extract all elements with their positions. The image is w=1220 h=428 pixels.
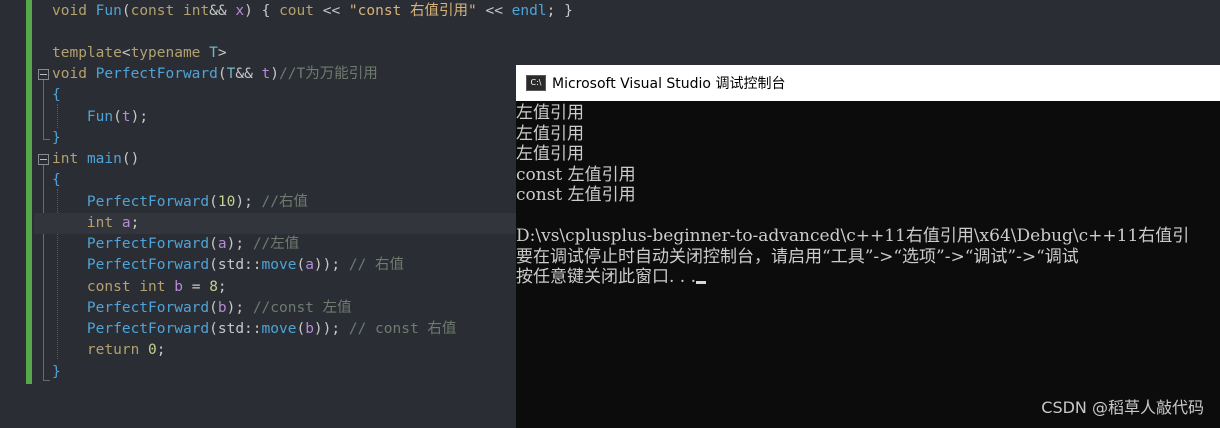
code-line-fun-call[interactable]: Fun(t);	[52, 107, 148, 128]
text-cursor	[696, 281, 707, 284]
console-output-line: 要在调试停止时自动关闭控制台，请启用“工具”->“选项”->“调试”->“调试	[516, 246, 1079, 267]
console-title: Microsoft Visual Studio 调试控制台	[552, 76, 786, 92]
change-indicator-bar	[26, 0, 32, 384]
code-line-call-b[interactable]: PerfectForward(b); //const 左值	[52, 298, 352, 319]
console-output-line: 左值引用	[516, 144, 584, 164]
fold-guide-line	[43, 165, 44, 380]
console-output-line: const 左值引用	[516, 164, 636, 185]
console-output-line: 左值引用	[516, 123, 584, 144]
console-output-line-prompt: 按任意键关闭此窗口. . .	[516, 267, 1220, 288]
code-line-template[interactable]: template<typename T>	[52, 43, 227, 64]
fold-guide-end	[43, 139, 50, 140]
code-line-call-10[interactable]: PerfectForward(10); //右值	[52, 192, 308, 213]
console-output-line: D:\vs\cplusplus-beginner-to-advanced\c++…	[516, 226, 1190, 246]
console-output[interactable]: 左值引用 左值引用 左值引用 const 左值引用 const 左值引用 D:\…	[516, 103, 1220, 428]
code-line-brace-close[interactable]: }	[52, 128, 61, 149]
collapse-toggle-perfectforward[interactable]	[38, 69, 49, 80]
code-line-main-decl[interactable]: int main()	[52, 149, 139, 170]
code-line-call-move-a[interactable]: PerfectForward(std::move(a)); // 右值	[52, 255, 404, 276]
code-line-brace-open[interactable]: {	[52, 85, 61, 106]
fold-guide-line	[43, 80, 44, 139]
code-line-brace-open[interactable]: {	[52, 170, 61, 191]
watermark: CSDN @稻草人敲代码	[1041, 398, 1204, 417]
code-line-fun[interactable]: void Fun(const int&& x) { cout << "const…	[52, 1, 573, 22]
collapse-toggle-main[interactable]	[38, 154, 49, 165]
debug-console-window[interactable]: C:\ Microsoft Visual Studio 调试控制台 左值引用 左…	[516, 65, 1220, 428]
code-line-call-move-b[interactable]: PerfectForward(std::move(b)); // const 右…	[52, 319, 457, 340]
code-line-call-a[interactable]: PerfectForward(a); //左值	[52, 234, 299, 255]
code-line-return[interactable]: return 0;	[52, 340, 166, 361]
fold-guide-end	[43, 380, 50, 381]
console-output-line: const 左值引用	[516, 185, 636, 205]
code-line-brace-close[interactable]: }	[52, 362, 61, 383]
code-line-const-b[interactable]: const int b = 8;	[52, 277, 227, 298]
console-output-line: 左值引用	[516, 103, 584, 123]
console-app-icon: C:\	[526, 75, 546, 91]
code-line-perfectforward-decl[interactable]: void PerfectForward(T&& t)//T为万能引用	[52, 64, 378, 85]
console-title-bar[interactable]: C:\ Microsoft Visual Studio 调试控制台	[516, 65, 1220, 101]
press-any-key-text: 按任意键关闭此窗口. . .	[516, 267, 697, 287]
